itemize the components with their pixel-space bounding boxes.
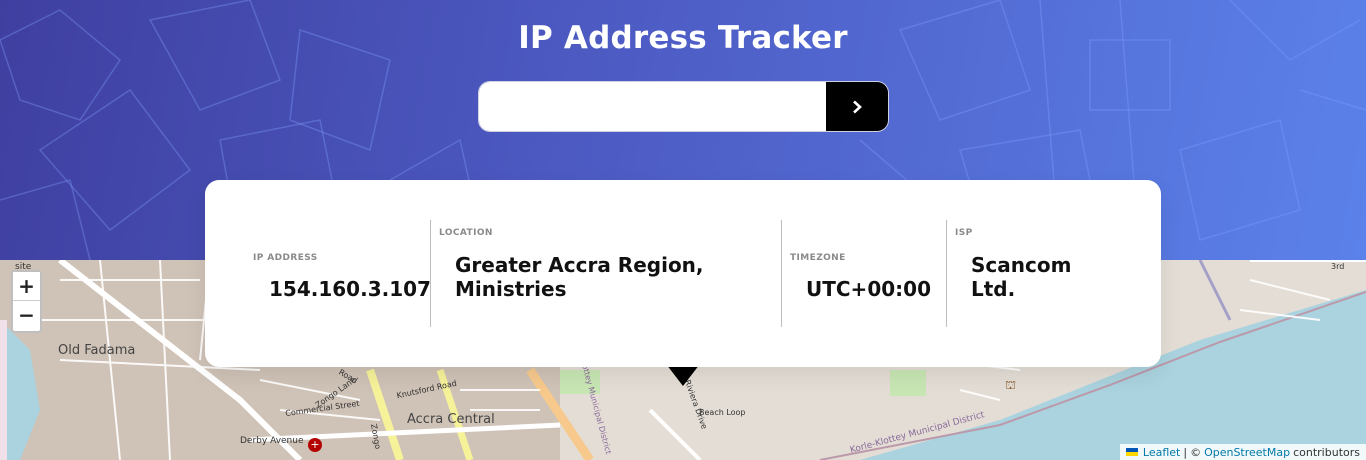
map-label-derby-avenue: Derby Avenue — [240, 436, 304, 446]
ip-address-section: IP ADDRESS 154.160.3.107 — [253, 220, 431, 327]
ukraine-flag-icon — [1125, 448, 1138, 456]
info-divider — [430, 220, 431, 327]
timezone-section: TIMEZONE UTC+00:00 — [790, 220, 945, 327]
attribution-copyright: © — [1190, 445, 1202, 459]
timezone-value: UTC+00:00 — [806, 277, 931, 301]
attribution-separator: | — [1183, 445, 1188, 459]
zoom-in-button[interactable]: + — [13, 272, 40, 301]
map-label-old-fadama: Old Fadama — [58, 343, 136, 358]
info-divider — [781, 220, 782, 327]
page-title: IP Address Tracker — [518, 20, 848, 56]
zoom-control: + − — [11, 270, 42, 333]
leaflet-link[interactable]: Leaflet — [1143, 446, 1180, 459]
map-label-3rd: 3rd — [1331, 262, 1345, 271]
timezone-label: TIMEZONE — [790, 253, 846, 263]
search-submit-button[interactable] — [826, 82, 888, 131]
ip-search-form — [478, 81, 889, 132]
location-label: LOCATION — [439, 228, 493, 238]
map-attribution: Leaflet | © OpenStreetMap contributors — [1119, 444, 1366, 460]
ip-search-input[interactable] — [479, 82, 826, 131]
viewpoint-icon: ⛫ — [1005, 378, 1017, 392]
isp-section: ISP Scancom Ltd. — [955, 220, 1135, 327]
attribution-contributors: contributors — [1293, 445, 1360, 459]
ip-address-label: IP ADDRESS — [253, 253, 318, 263]
map-label-accra-central: Accra Central — [407, 412, 495, 427]
osm-link[interactable]: OpenStreetMap — [1204, 446, 1290, 459]
location-value-line1: Greater Accra Region, — [455, 253, 704, 277]
chevron-right-icon — [853, 100, 862, 113]
location-value-line2: Ministries — [455, 277, 567, 301]
ip-info-card: IP ADDRESS 154.160.3.107 LOCATION Greate… — [205, 180, 1161, 367]
hospital-icon: + — [308, 438, 322, 452]
info-divider — [946, 220, 947, 327]
map-label-beach-loop: Beach Loop — [699, 408, 746, 417]
location-section: LOCATION Greater Accra Region, Ministrie… — [439, 220, 779, 327]
isp-label: ISP — [955, 228, 973, 238]
ip-address-value: 154.160.3.107 — [269, 277, 431, 301]
isp-value-line1: Scancom — [971, 253, 1072, 277]
zoom-out-button[interactable]: − — [13, 301, 40, 330]
isp-value-line2: Ltd. — [971, 277, 1016, 301]
